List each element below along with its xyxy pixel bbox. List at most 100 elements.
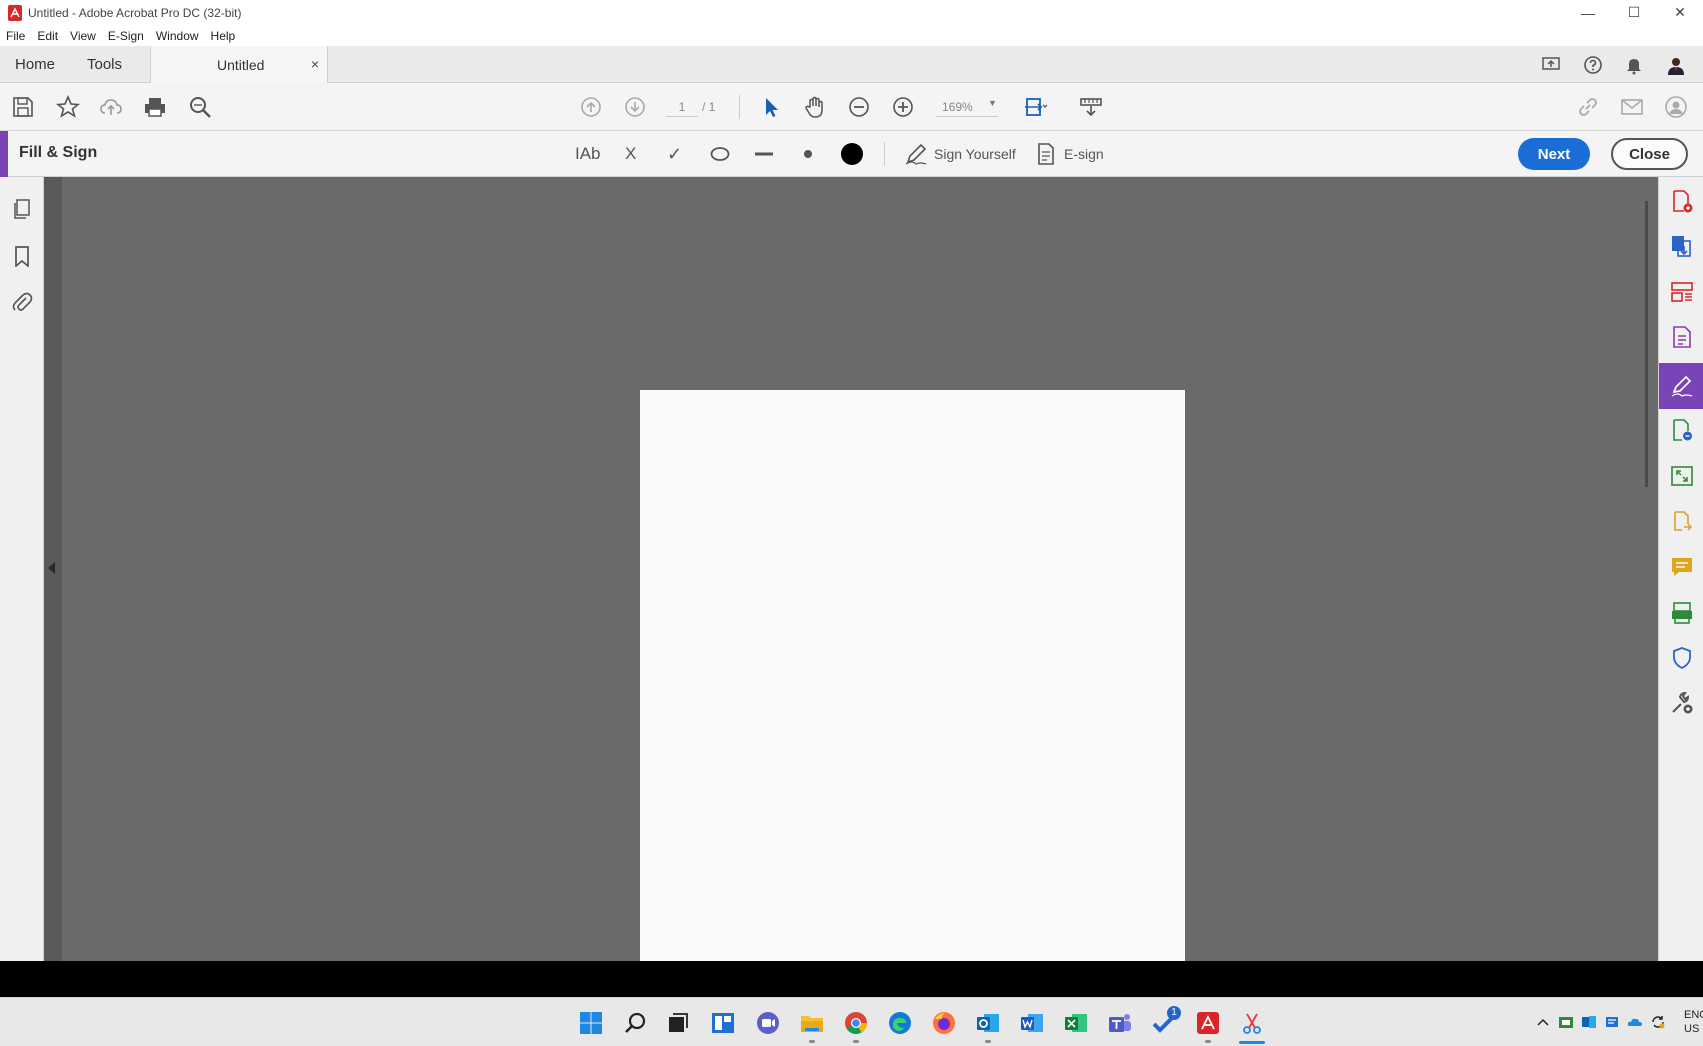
task-view-icon[interactable] <box>665 1010 691 1036</box>
email-icon[interactable] <box>1620 95 1644 119</box>
window-title: Untitled - Adobe Acrobat Pro DC (32-bit) <box>28 5 242 20</box>
collapse-left-pane-icon[interactable] <box>48 562 55 574</box>
acrobat-taskbar-icon[interactable] <box>1195 1010 1221 1036</box>
next-button[interactable]: Next <box>1518 138 1590 170</box>
right-tools-pane <box>1658 177 1703 961</box>
create-pdf-icon[interactable] <box>1670 189 1694 213</box>
edit-pdf-icon[interactable] <box>1670 325 1694 349</box>
ellipse-tool-icon[interactable] <box>709 142 731 166</box>
combine-files-icon[interactable] <box>1670 510 1694 534</box>
outlook-icon[interactable] <box>975 1010 1001 1036</box>
current-page-input[interactable]: 1 <box>666 97 698 117</box>
scan-ocr-icon[interactable] <box>1670 601 1694 625</box>
more-tools-icon[interactable] <box>1670 691 1694 715</box>
esign-label: E-sign <box>1064 146 1104 162</box>
page-total: / 1 <box>702 100 716 114</box>
tray-outlook-icon[interactable] <box>1581 1014 1597 1030</box>
file-explorer-icon[interactable] <box>799 1010 825 1036</box>
tray-network-icon[interactable] <box>1604 1014 1620 1030</box>
windows-taskbar: 1 ENG US <box>0 997 1703 1046</box>
menu-help[interactable]: Help <box>205 29 242 43</box>
acrobat-app-icon <box>8 4 22 21</box>
line-tool-icon[interactable] <box>753 142 775 166</box>
cloud-upload-icon[interactable] <box>99 95 123 119</box>
save-icon[interactable] <box>11 95 35 119</box>
chevron-down-icon[interactable]: ▼ <box>988 98 997 108</box>
zoom-in-icon[interactable] <box>891 95 915 119</box>
search-icon[interactable] <box>188 95 212 119</box>
menu-edit[interactable]: Edit <box>31 29 64 43</box>
add-text-tool[interactable]: IAb <box>575 142 601 166</box>
maximize-button[interactable]: ☐ <box>1611 0 1657 25</box>
widgets-icon[interactable] <box>710 1010 736 1036</box>
previous-page-icon[interactable] <box>579 95 603 119</box>
checkmark-tool[interactable]: ✓ <box>667 142 682 166</box>
select-cursor-icon[interactable] <box>760 95 784 119</box>
tray-app-icon-green[interactable] <box>1558 1014 1574 1030</box>
next-page-icon[interactable] <box>623 95 647 119</box>
organize-pages-icon[interactable] <box>1670 280 1694 304</box>
vertical-scrollbar[interactable] <box>1636 177 1658 961</box>
tab-document[interactable]: Untitled × <box>150 46 328 83</box>
tab-tools[interactable]: Tools <box>87 46 122 83</box>
help-icon[interactable] <box>1583 55 1603 75</box>
add-user-icon[interactable] <box>1664 95 1688 119</box>
search-icon[interactable] <box>623 1010 649 1036</box>
close-fill-sign-button[interactable]: Close <box>1611 138 1688 170</box>
zoom-out-icon[interactable] <box>847 95 871 119</box>
menu-bar: File Edit View E-Sign Window Help <box>0 25 1703 46</box>
running-indicator <box>853 1040 859 1043</box>
teams-icon[interactable] <box>1107 1010 1133 1036</box>
menu-esign[interactable]: E-Sign <box>102 29 150 43</box>
attachments-icon[interactable] <box>11 291 33 313</box>
snipping-tool-icon[interactable] <box>1239 1010 1265 1036</box>
region-code: US <box>1684 1023 1700 1035</box>
language-indicator[interactable]: ENG US <box>1684 1008 1703 1036</box>
fit-page-icon[interactable] <box>1024 95 1048 119</box>
scroll-mode-icon[interactable] <box>1079 95 1103 119</box>
edge-icon[interactable] <box>887 1010 913 1036</box>
user-avatar[interactable] <box>1666 55 1686 75</box>
menu-file[interactable]: File <box>0 29 31 43</box>
onedrive-icon[interactable] <box>1627 1014 1643 1030</box>
bookmark-star-icon[interactable] <box>56 95 80 119</box>
link-icon[interactable] <box>1576 95 1600 119</box>
cross-mark-tool[interactable]: X <box>625 142 636 166</box>
menu-window[interactable]: Window <box>150 29 205 43</box>
comment-icon[interactable] <box>1670 555 1694 579</box>
word-icon[interactable] <box>1019 1010 1045 1036</box>
pen-sign-icon <box>905 143 927 165</box>
color-picker-icon[interactable] <box>840 142 864 166</box>
dot-tool-icon[interactable] <box>797 142 819 166</box>
hand-tool-icon[interactable] <box>803 95 827 119</box>
export-pdf-icon[interactable] <box>1670 234 1694 258</box>
sync-icon[interactable] <box>1650 1014 1666 1030</box>
close-window-button[interactable]: ✕ <box>1657 0 1703 25</box>
tab-close-icon[interactable]: × <box>311 56 319 72</box>
chrome-icon[interactable] <box>843 1010 869 1036</box>
page-thumbnails-icon[interactable] <box>11 198 33 220</box>
minimize-button[interactable]: — <box>1565 0 1611 25</box>
tab-home[interactable]: Home <box>15 46 55 83</box>
document-viewport[interactable] <box>62 177 1639 970</box>
esign-document-icon <box>1038 143 1054 165</box>
notification-bell-icon[interactable] <box>1624 55 1644 75</box>
show-hidden-icons-icon[interactable] <box>1535 1014 1551 1030</box>
esign-button[interactable]: E-sign <box>1036 142 1104 166</box>
firefox-icon[interactable] <box>931 1010 957 1036</box>
windows-start-icon[interactable] <box>578 1010 604 1036</box>
compress-pdf-icon[interactable] <box>1670 464 1694 488</box>
menu-view[interactable]: View <box>64 29 102 43</box>
pdf-page[interactable] <box>640 390 1185 970</box>
sign-yourself-button[interactable]: Sign Yourself <box>904 142 1016 166</box>
request-esignature-icon[interactable] <box>1670 418 1694 442</box>
running-indicator <box>809 1040 815 1043</box>
scrollbar-thumb[interactable] <box>1645 201 1648 487</box>
excel-icon[interactable] <box>1063 1010 1089 1036</box>
print-icon[interactable] <box>143 95 167 119</box>
share-screen-icon[interactable] <box>1541 55 1561 75</box>
protect-shield-icon[interactable] <box>1670 646 1694 670</box>
teams-chat-icon[interactable] <box>755 1010 781 1036</box>
bookmarks-icon[interactable] <box>11 245 33 267</box>
fill-sign-tool-icon[interactable] <box>1670 374 1694 398</box>
